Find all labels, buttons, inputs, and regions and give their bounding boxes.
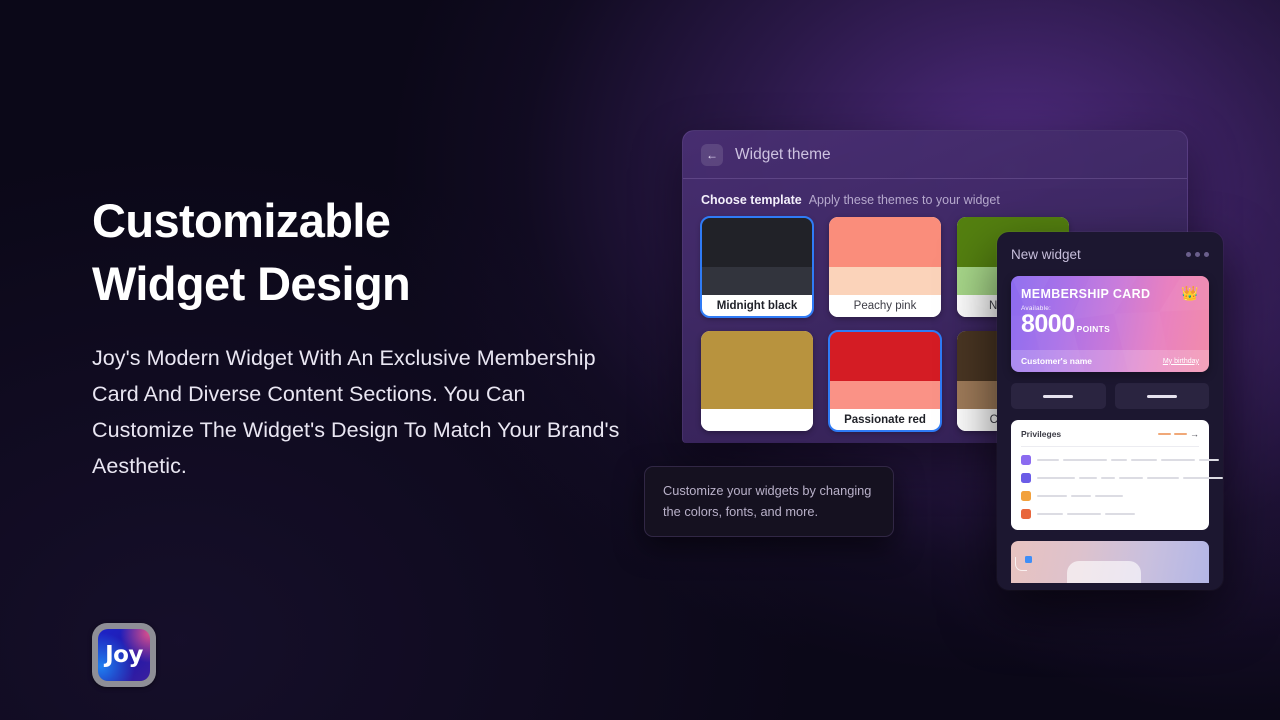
privilege-row[interactable] [1021, 491, 1199, 501]
template-card[interactable] [701, 331, 813, 431]
widget-theme-title: Widget theme [735, 145, 831, 163]
customize-tooltip: Customize your widgets by changing the c… [644, 466, 894, 538]
choose-template-row: Choose template Apply these themes to yo… [683, 179, 1187, 217]
template-swatch-secondary [701, 381, 813, 409]
points-row: 8000 POINTS [1021, 311, 1199, 338]
promo-chip-icon [1025, 556, 1032, 563]
joy-logo-tile: Joy [98, 629, 150, 681]
privilege-row[interactable] [1021, 455, 1219, 465]
privilege-placeholder-bars [1037, 512, 1135, 516]
privileges-more-link[interactable]: → [1158, 428, 1199, 439]
widget-preview-body: MEMBERSHIP CARD 👑 Available: 8000 POINTS… [997, 276, 1223, 583]
customer-name: Customer's name [1021, 356, 1092, 366]
template-card[interactable]: Passionate red [828, 330, 942, 432]
template-card[interactable]: Peachy pink [829, 217, 941, 317]
points-unit: POINTS [1076, 324, 1111, 334]
template-card-label: Peachy pink [829, 295, 941, 317]
arrow-right-icon: → [1190, 428, 1199, 439]
widget-preview-header: New widget [997, 232, 1223, 276]
membership-card-title: MEMBERSHIP CARD [1021, 286, 1151, 301]
membership-card-title-row: MEMBERSHIP CARD 👑 [1021, 285, 1199, 302]
choose-template-hint: Apply these themes to your widget [808, 193, 1000, 207]
privilege-placeholder-bars [1037, 476, 1223, 480]
choose-template-label: Choose template [701, 193, 802, 207]
template-card-label: Passionate red [829, 409, 941, 431]
template-swatch-primary [829, 331, 941, 381]
template-swatch-secondary [829, 381, 941, 409]
privilege-placeholder-bars [1037, 494, 1123, 498]
privileges-header: Privileges → [1021, 429, 1199, 447]
widget-theme-header: ← Widget theme [683, 131, 1187, 179]
points-value: 8000 [1021, 310, 1075, 338]
template-swatch-primary [701, 217, 813, 267]
joy-logo-text: Joy [105, 642, 143, 668]
widget-preview-title: New widget [1011, 246, 1081, 262]
back-arrow-icon[interactable]: ← [701, 143, 723, 166]
template-card-label: Midnight black [701, 295, 813, 317]
widget-action-button-1[interactable] [1011, 383, 1106, 409]
privilege-row[interactable] [1021, 473, 1223, 483]
privilege-placeholder-bars [1037, 458, 1219, 462]
membership-card: MEMBERSHIP CARD 👑 Available: 8000 POINTS… [1011, 276, 1209, 372]
widget-preview-panel: New widget MEMBERSHIP CARD 👑 Available: … [997, 232, 1223, 590]
my-birthday-link[interactable]: My birthday [1163, 358, 1199, 365]
page-root: Customizable Widget Design Joy's Modern … [0, 0, 1280, 720]
template-swatch-primary [829, 217, 941, 267]
privileges-rows [1021, 455, 1223, 519]
privilege-icon [1021, 473, 1031, 483]
privileges-card: Privileges → [1011, 420, 1223, 530]
joy-logo: Joy [92, 623, 156, 687]
privileges-title: Privileges [1021, 429, 1062, 439]
privilege-icon [1021, 455, 1031, 465]
widget-action-buttons [1011, 383, 1209, 409]
template-card[interactable]: Midnight black [700, 216, 814, 318]
hero-description: Joy's Modern Widget With An Exclusive Me… [92, 346, 620, 478]
template-card-label [701, 409, 813, 431]
promo-blob-shape [1067, 561, 1141, 583]
membership-card-content: MEMBERSHIP CARD 👑 Available: 8000 POINTS… [1011, 276, 1209, 372]
more-dots-icon[interactable] [1186, 251, 1209, 257]
page-title: Customizable Widget Design [92, 194, 411, 310]
crown-icon: 👑 [1181, 285, 1199, 301]
privilege-icon [1021, 509, 1031, 519]
template-swatch-secondary [829, 267, 941, 295]
template-swatch-secondary [701, 267, 813, 295]
promo-banner[interactable] [1011, 541, 1209, 583]
widget-action-button-2[interactable] [1114, 383, 1209, 409]
template-swatch-primary [701, 331, 813, 381]
membership-card-footer: Customer's name My birthday [1011, 350, 1209, 372]
privilege-row[interactable] [1021, 509, 1199, 519]
privilege-icon [1021, 491, 1031, 501]
hero-copy: Customizable Widget Design Joy's Modern … [92, 190, 632, 485]
